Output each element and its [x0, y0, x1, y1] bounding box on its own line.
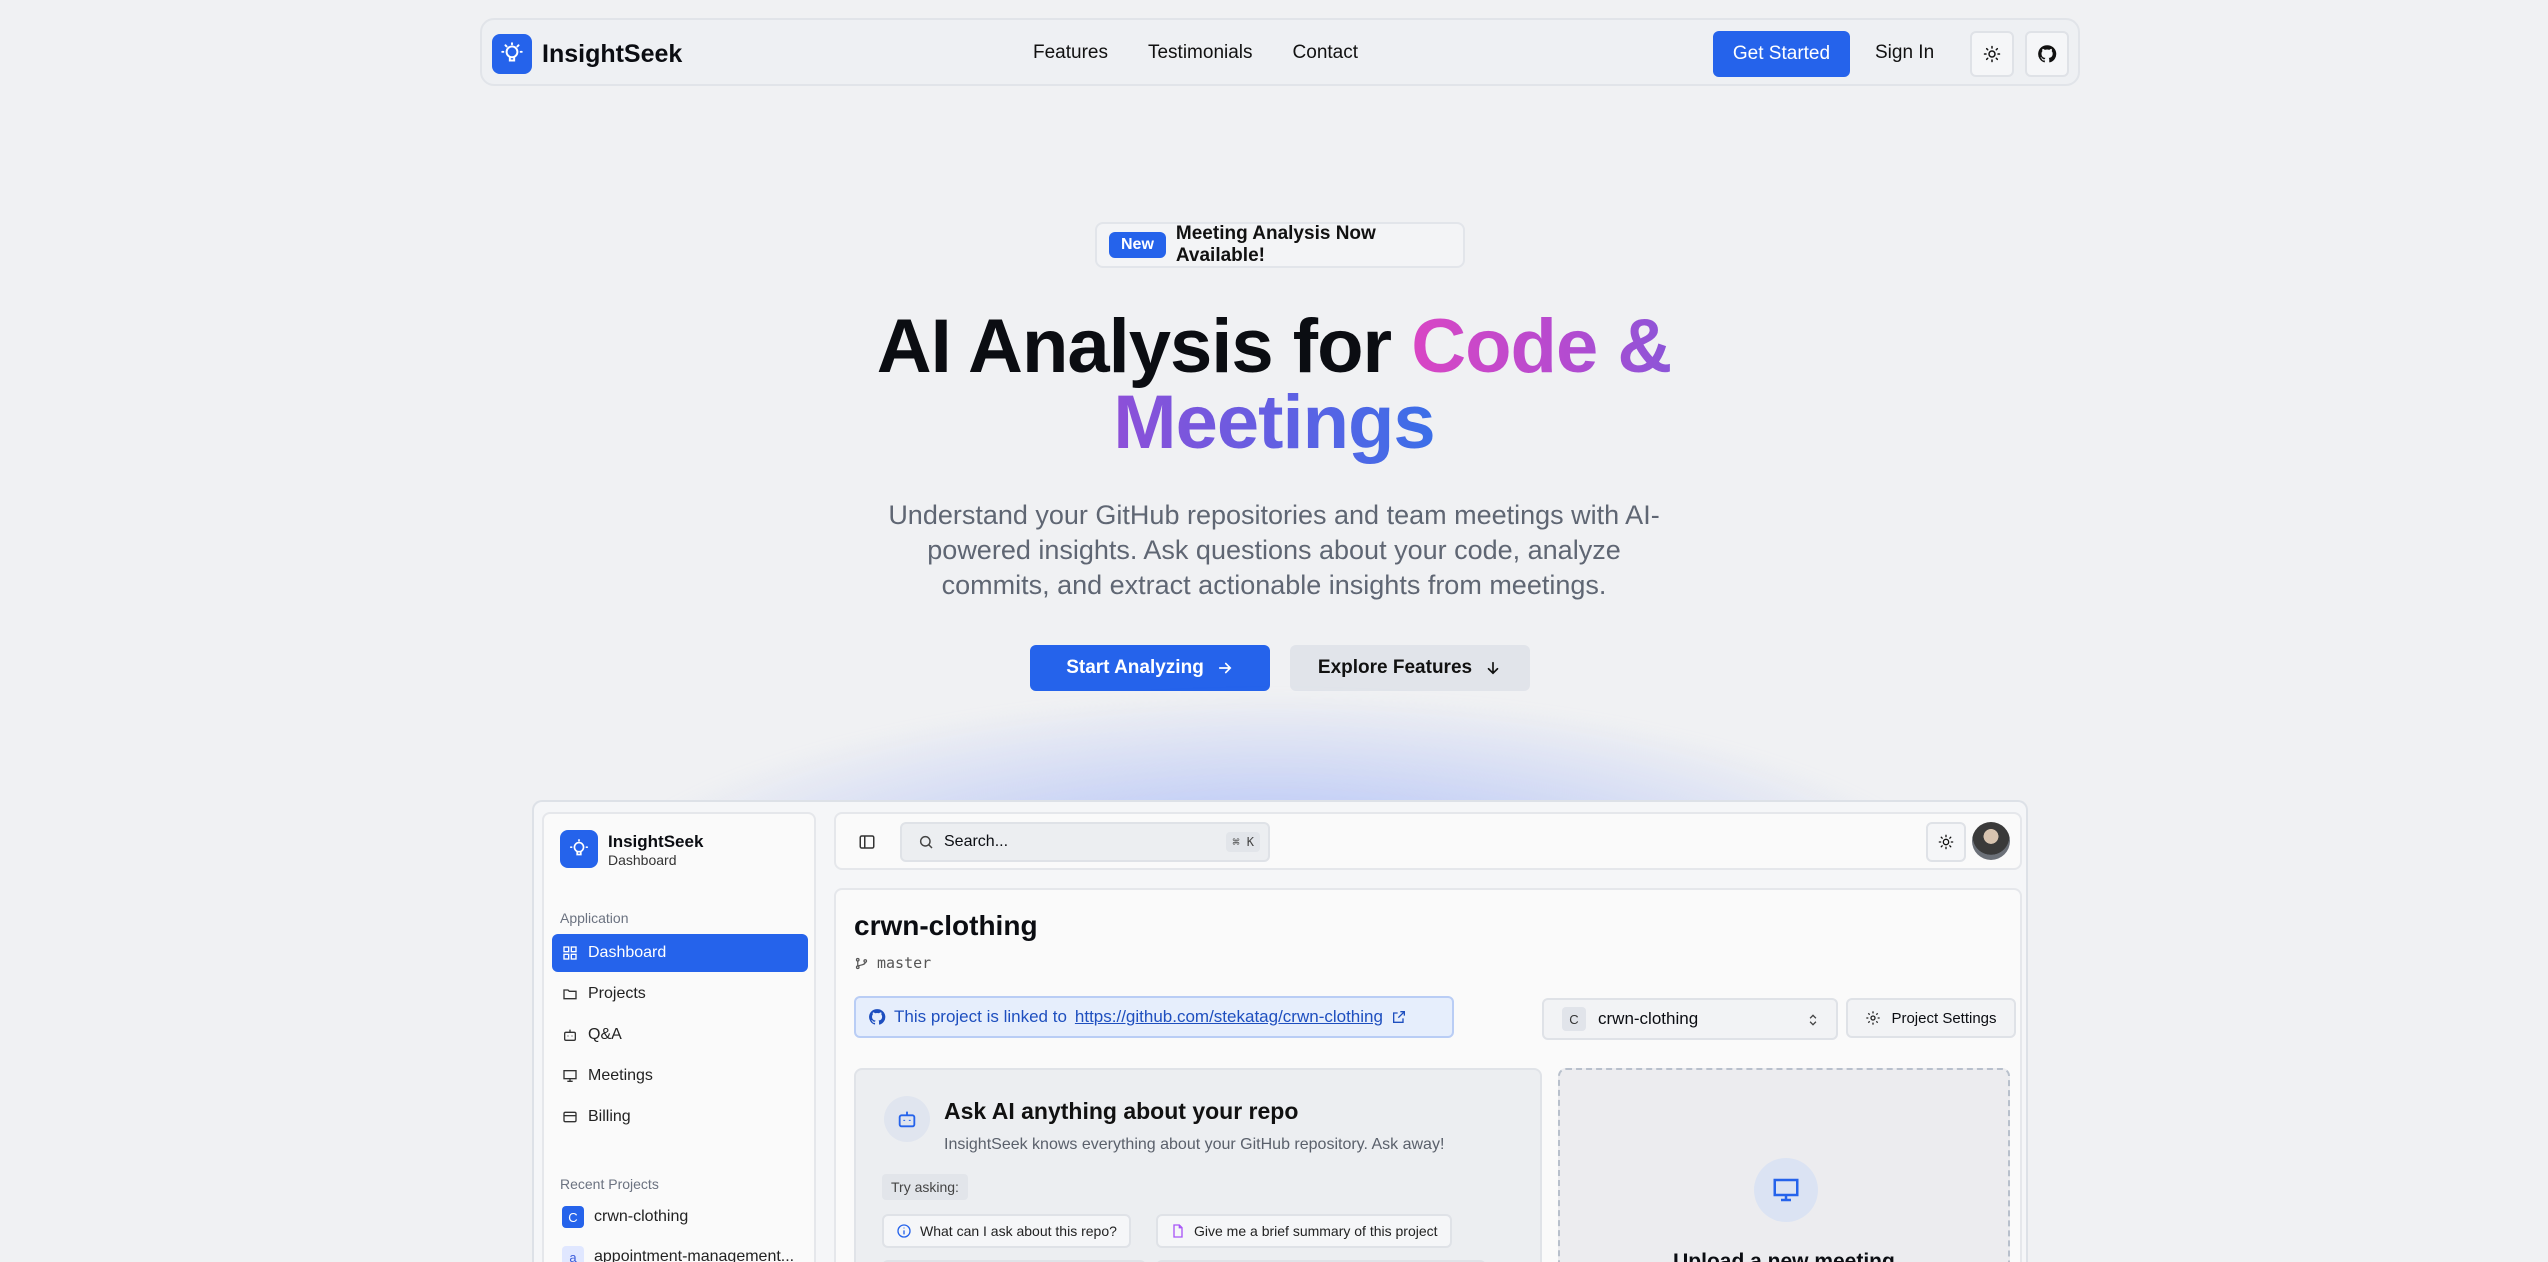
arrow-right-icon [1218, 662, 1232, 674]
sidebar-item-label: Dashboard [588, 944, 667, 961]
sidebar-section-application: Application [560, 910, 629, 926]
project-selector[interactable]: C crwn-clothing [1542, 998, 1838, 1040]
project-selector-value: crwn-clothing [1598, 1009, 1699, 1028]
github-link-banner: This project is linked to https://github… [854, 996, 1454, 1038]
ask-ai-subtitle: InsightSeek knows everything about your … [944, 1136, 1445, 1153]
suggestion-chip[interactable]: Give me a brief summary of this project [1156, 1214, 1452, 1248]
bot-icon [884, 1096, 930, 1142]
search-input[interactable]: Search... ⌘ K [900, 822, 1270, 862]
github-icon [869, 1009, 886, 1025]
project-settings-button[interactable]: Project Settings [1846, 998, 2016, 1038]
sidebar-item-label: Meetings [588, 1067, 653, 1084]
sidebar-item-billing[interactable]: Billing [552, 1098, 808, 1136]
recent-project-name: crwn-clothing [594, 1208, 689, 1225]
announcement-text: Meeting Analysis Now Available! [1175, 223, 1376, 266]
git-branch-icon [855, 957, 868, 969]
search-icon [919, 835, 933, 849]
suggestion-text: Give me a brief summary of this project [1194, 1223, 1438, 1239]
sidebar-item-projects[interactable]: Projects [552, 975, 808, 1013]
app-topbar: Search... ⌘ K [834, 812, 2022, 870]
app-sidebar: InsightSeek Dashboard Application Dashbo… [542, 812, 816, 1262]
branch-label: master [854, 954, 931, 972]
app-preview: InsightSeek Dashboard Application Dashbo… [532, 800, 2028, 1262]
recent-project-name: appointment-management... [594, 1248, 795, 1262]
sidebar-subtitle: Dashboard [608, 852, 677, 868]
dashboard-icon [563, 946, 577, 960]
nav-link-contact[interactable]: Contact [1293, 42, 1358, 64]
arrow-down-icon [1487, 661, 1499, 675]
search-shortcut: ⌘ K [1226, 832, 1260, 852]
sidebar-title: InsightSeek [608, 832, 704, 851]
hero-title-gradient-meetings: Meetings [1113, 380, 1435, 465]
sun-icon [1983, 45, 2001, 63]
project-main: crwn-clothing master This project is lin… [834, 888, 2022, 1262]
start-analyzing-button[interactable]: Start Analyzing [1030, 645, 1270, 691]
app-theme-toggle-button[interactable] [1926, 822, 1966, 862]
recent-project-crwn-clothing[interactable]: C crwn-clothing [552, 1198, 808, 1236]
recent-project-appointment[interactable]: a appointment-management... [552, 1238, 808, 1262]
presentation-icon [563, 1070, 577, 1082]
ask-ai-card: Ask AI anything about your repo InsightS… [854, 1068, 1542, 1262]
sign-in-link[interactable]: Sign In [1875, 42, 1934, 64]
project-title: crwn-clothing [854, 910, 1038, 941]
hero-title-gradient-code: Code & [1411, 304, 1672, 389]
suggestion-chip[interactable]: What can I ask about this repo? [882, 1214, 1131, 1248]
ask-ai-title: Ask AI anything about your repo [944, 1098, 1299, 1124]
info-icon [897, 1224, 911, 1238]
top-navbar: InsightSeek Features Testimonials Contac… [480, 18, 2080, 86]
sidebar-item-dashboard[interactable]: Dashboard [552, 934, 808, 972]
chevrons-up-down-icon [1809, 1014, 1817, 1026]
sidebar-item-label: Billing [588, 1108, 631, 1125]
github-icon [2038, 45, 2057, 63]
user-avatar[interactable] [1972, 822, 2010, 860]
credit-card-icon [563, 1111, 577, 1123]
announcement-badge[interactable]: New Meeting Analysis Now Available! [1095, 222, 1465, 268]
nav-link-features[interactable]: Features [1033, 42, 1108, 64]
project-settings-label: Project Settings [1891, 1009, 1997, 1027]
sidebar-section-recent: Recent Projects [560, 1176, 659, 1192]
project-chip: a [562, 1246, 584, 1262]
suggestion-text: What can I ask about this repo? [920, 1223, 1117, 1239]
sidebar-item-meetings[interactable]: Meetings [552, 1057, 808, 1095]
sidebar-logo-icon [560, 830, 598, 868]
theme-toggle-button[interactable] [1970, 31, 2014, 77]
external-link-icon[interactable] [1391, 1009, 1407, 1025]
github-button[interactable] [2025, 31, 2069, 77]
sidebar-item-qa[interactable]: Q&A [552, 1016, 808, 1054]
hero-title-line2: Meetings [0, 384, 2548, 462]
sidebar-toggle-icon[interactable] [858, 833, 876, 851]
get-started-button[interactable]: Get Started [1713, 31, 1850, 77]
hero-title-plain: AI Analysis for [876, 304, 1392, 389]
nav-link-testimonials[interactable]: Testimonials [1148, 42, 1253, 64]
file-icon [1173, 1224, 1183, 1238]
bot-icon [564, 1029, 576, 1041]
start-analyzing-label: Start Analyzing [1066, 657, 1204, 678]
project-chip: C [562, 1206, 584, 1228]
explore-features-label: Explore Features [1317, 657, 1473, 678]
try-asking-label: Try asking: [882, 1174, 968, 1200]
upload-meeting-title: Upload a new meeting [1673, 1250, 1895, 1262]
link-prefix: This project is linked to [894, 1007, 1067, 1026]
hero-title-line1: AI Analysis for Code & [0, 308, 2548, 386]
nav-links: Features Testimonials Contact [1033, 42, 1358, 64]
new-badge: New [1109, 232, 1166, 258]
search-placeholder: Search... [944, 833, 1009, 850]
brand-logo-icon[interactable] [492, 34, 532, 74]
sun-icon [1938, 834, 1954, 850]
brand-name[interactable]: InsightSeek [542, 40, 682, 69]
upload-meeting-card[interactable]: Upload a new meeting [1558, 1068, 2010, 1262]
folder-icon [563, 989, 577, 1000]
branch-name: master [877, 954, 932, 972]
github-repo-link[interactable]: https://github.com/stekatag/crwn-clothin… [1075, 1007, 1383, 1027]
sidebar-item-label: Projects [588, 985, 646, 1002]
presentation-icon [1754, 1158, 1818, 1222]
explore-features-button[interactable]: Explore Features [1290, 645, 1530, 691]
hero-subtitle: Understand your GitHub repositories and … [888, 500, 1660, 600]
sidebar-item-label: Q&A [588, 1026, 622, 1043]
project-chip: C [1562, 1007, 1586, 1031]
gear-icon [1866, 1011, 1881, 1025]
